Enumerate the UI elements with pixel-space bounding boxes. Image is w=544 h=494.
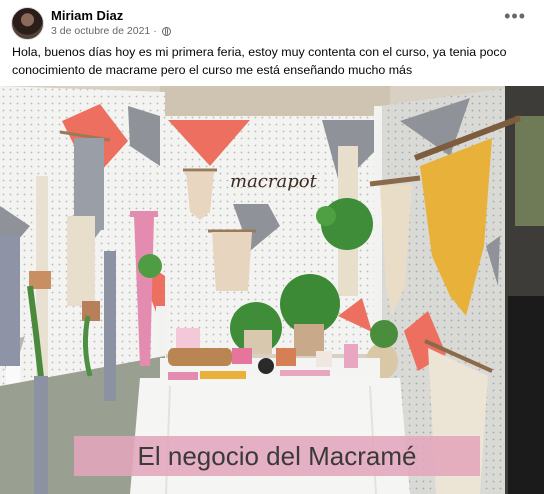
post-photo[interactable]: macrapot El negocio del Macramé [0,86,544,494]
macrapot-sign: macrapot [230,171,318,192]
avatar[interactable] [11,7,44,40]
post-date[interactable]: 3 de octubre de 2021 [51,25,150,37]
post-header: Miriam Diaz 3 de octubre de 2021 · ••• [0,0,544,40]
more-options-button[interactable]: ••• [504,7,526,25]
author-name[interactable]: Miriam Diaz [51,8,123,23]
post-meta: 3 de octubre de 2021 · [51,25,171,37]
meta-separator: · [153,25,157,37]
post-text: Hola, buenos días hoy es mi primera feri… [12,45,507,77]
photo-caption: El negocio del Macramé [74,436,480,476]
globe-icon [161,26,171,36]
